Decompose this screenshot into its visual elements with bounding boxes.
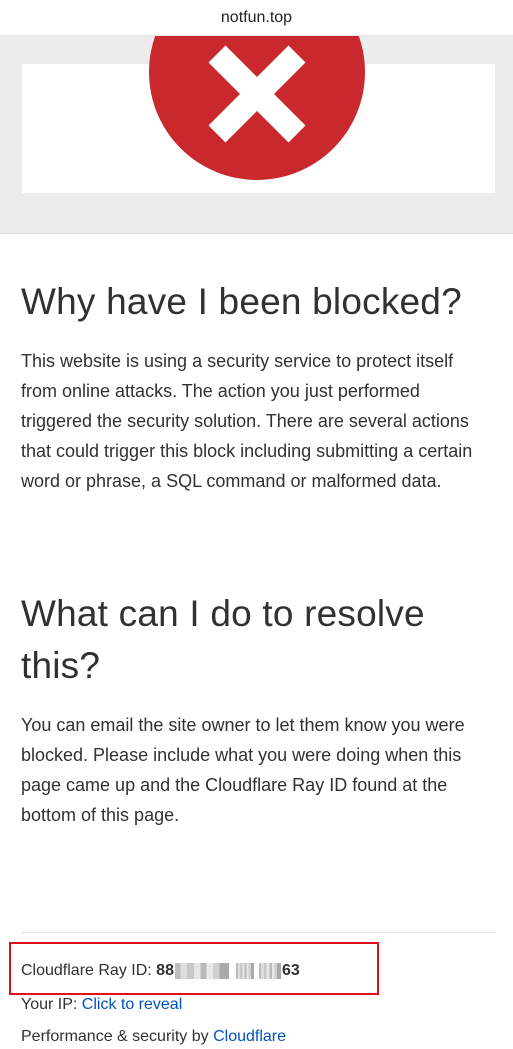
resolve-description: You can email the site owner to let them… xyxy=(21,715,465,825)
resolve-heading: What can I do to resolve this? xyxy=(21,593,425,686)
ray-id-suffix: 63 xyxy=(281,962,300,979)
blocked-heading: Why have I been blocked? xyxy=(21,281,462,322)
ray-id-line: Cloudflare Ray ID: 88 63 xyxy=(21,962,300,980)
ray-id-value: 88 63 xyxy=(156,962,300,979)
ip-line: Your IP: Click to reveal xyxy=(21,996,182,1014)
blocked-description: This website is using a security service… xyxy=(21,351,473,491)
error-x-icon xyxy=(149,36,365,180)
performance-label: Performance & security by xyxy=(21,1028,214,1045)
ray-id-prefix: 88 xyxy=(156,962,174,979)
site-domain: notfun.top xyxy=(220,8,293,26)
reveal-ip-link[interactable]: Click to reveal xyxy=(82,996,182,1013)
ray-id-redacted xyxy=(174,962,229,979)
footer-divider xyxy=(21,932,495,933)
performance-line: Performance & security by Cloudflare xyxy=(21,1028,286,1046)
ip-label: Your IP: xyxy=(21,996,82,1013)
ray-id-redacted-3 xyxy=(258,962,281,979)
url-bar[interactable]: notfun.top xyxy=(0,0,513,36)
cloudflare-link[interactable]: Cloudflare xyxy=(213,1028,286,1045)
ray-id-label: Cloudflare Ray ID: xyxy=(21,962,157,979)
ray-id-redacted-2 xyxy=(235,962,254,979)
error-hero xyxy=(0,36,513,234)
